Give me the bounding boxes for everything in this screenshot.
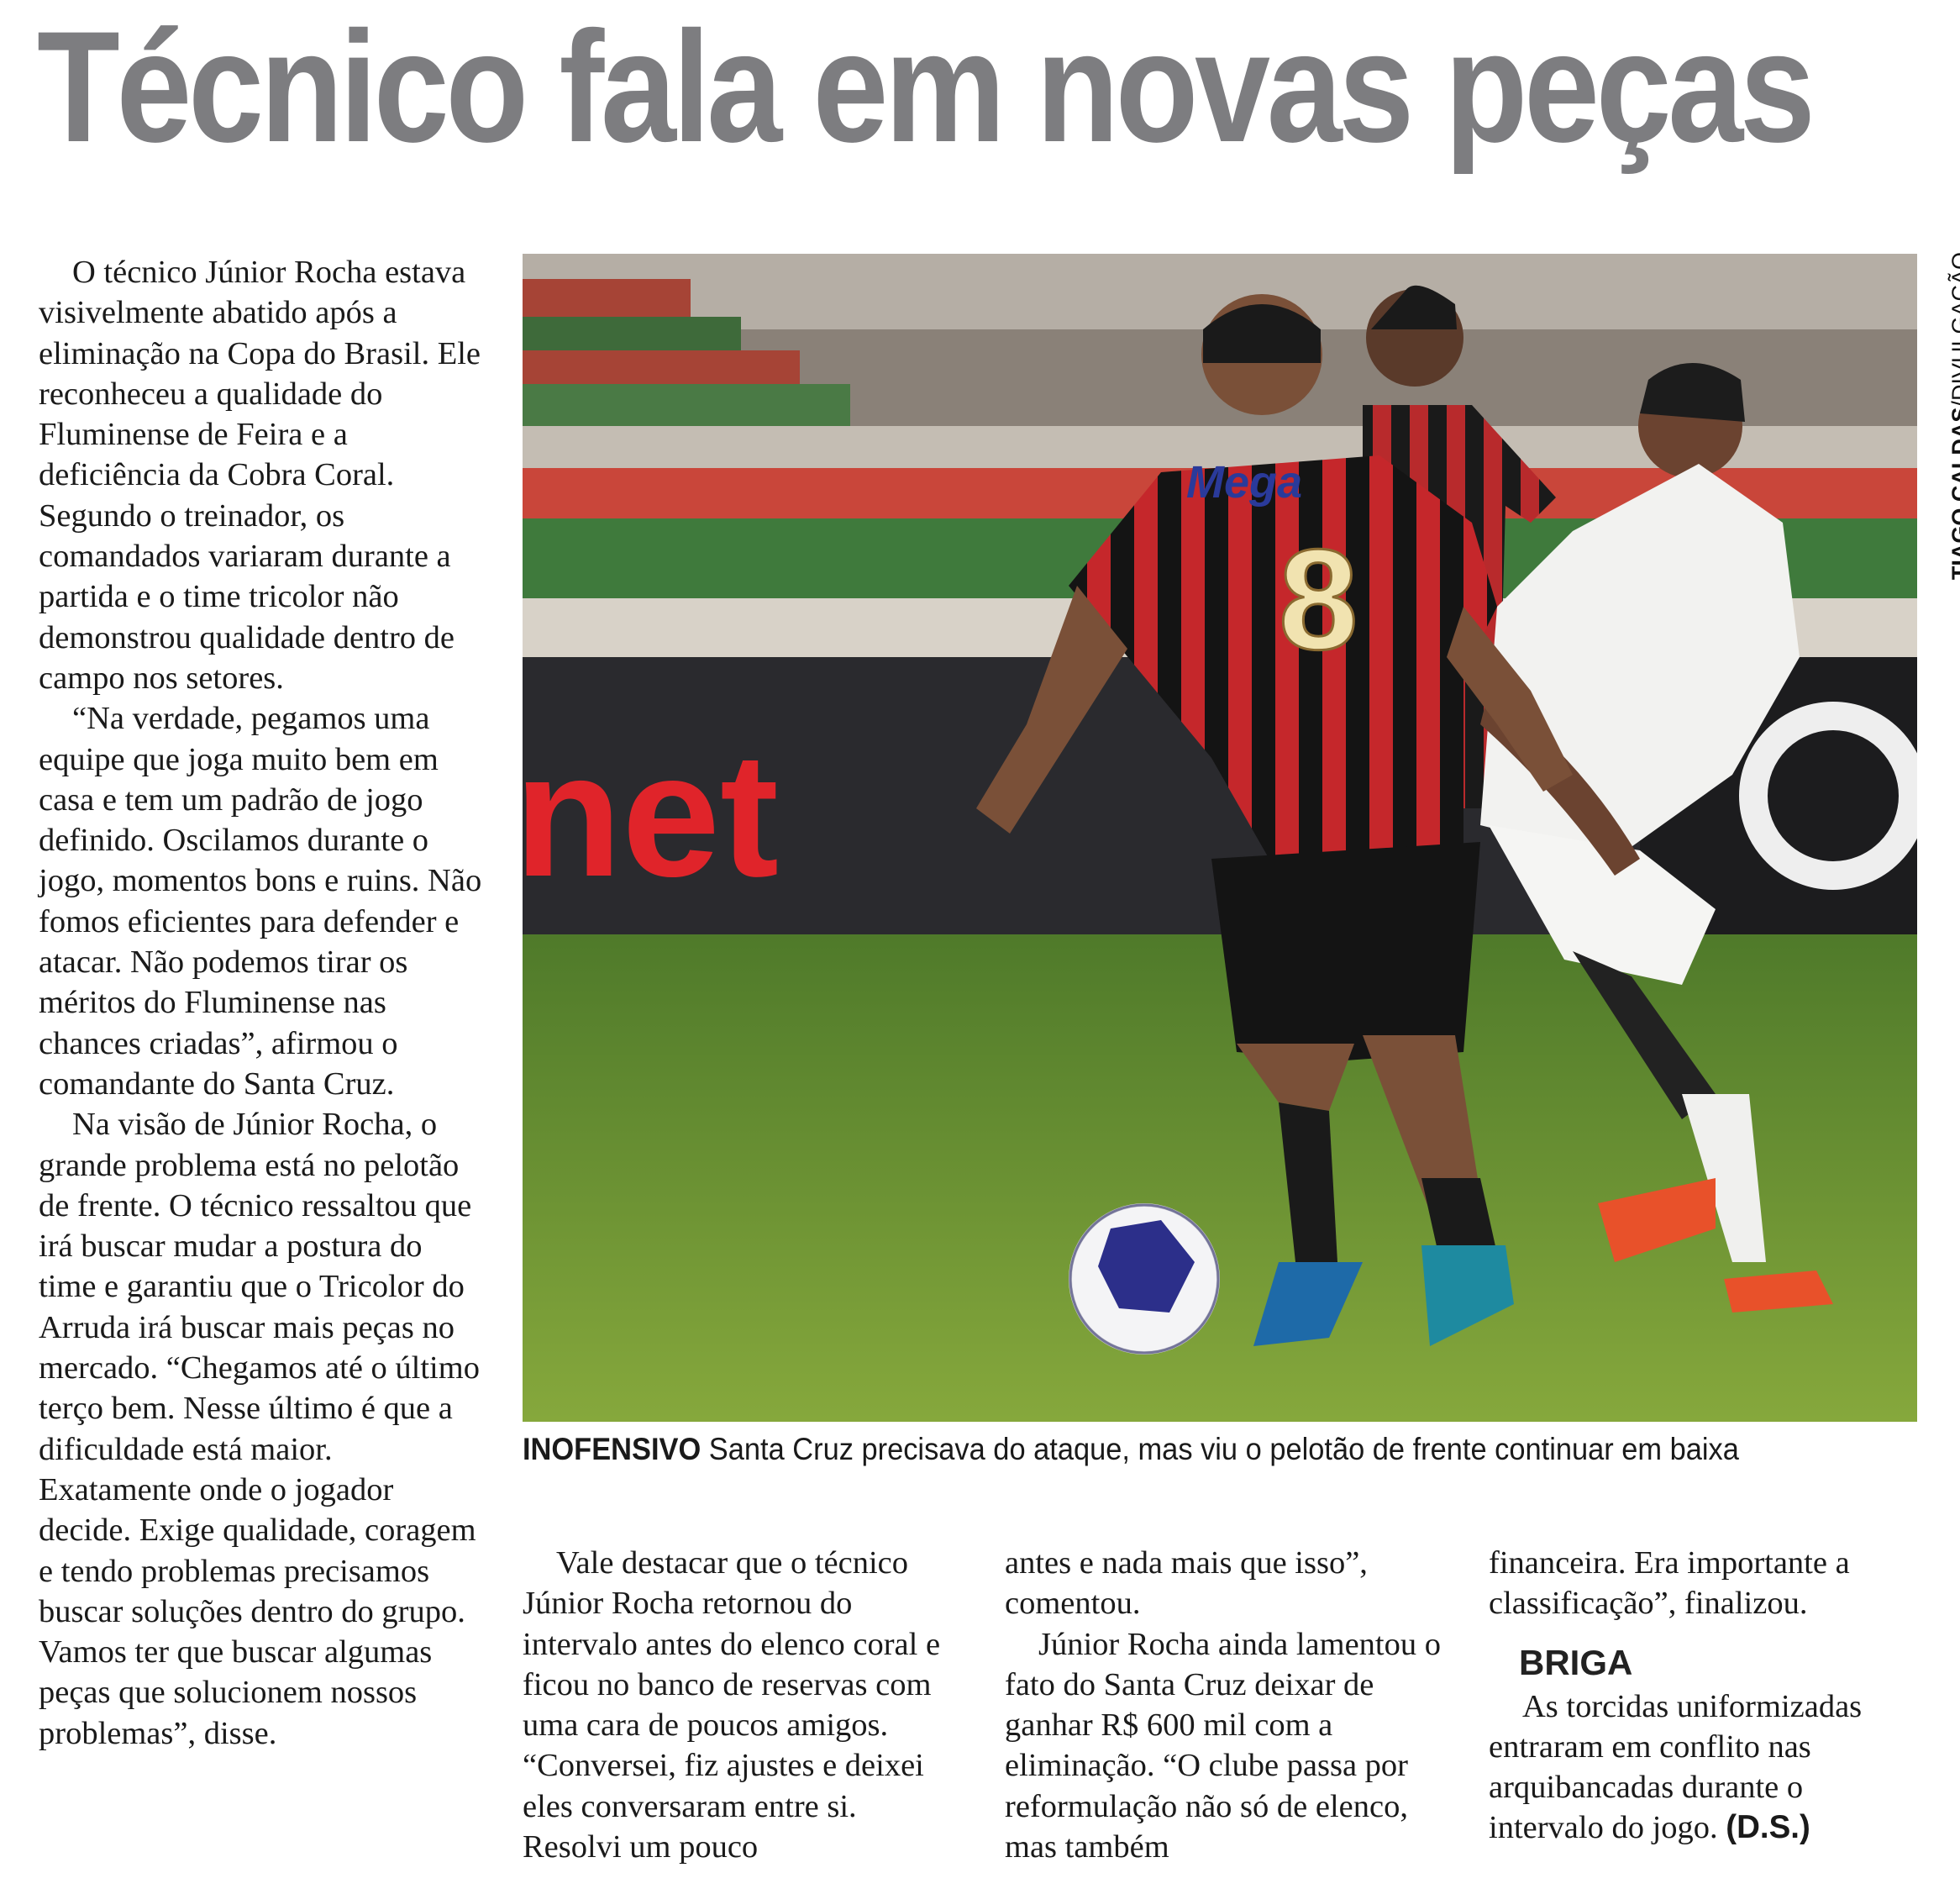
article-column-1: O técnico Júnior Rocha estava visivelmen…: [39, 252, 484, 1754]
shirt-sponsor: Mega: [1186, 457, 1302, 508]
ad-board-text: net: [523, 716, 779, 913]
paragraph: As torcidas uniformizadas entraram em co…: [1489, 1686, 1926, 1849]
photo-credit-name: TIAGO CALDAS: [1947, 407, 1960, 581]
caption-text: Santa Cruz precisava do ataque, mas viu …: [701, 1432, 1739, 1466]
match-photo: net Mega 8: [523, 254, 1917, 1422]
article-column-2: Vale destacar que o técnico Júnior Rocha…: [523, 1543, 959, 1867]
subheading: BRIGA: [1519, 1642, 1633, 1682]
photo-caption: INOFENSIVO Santa Cruz precisava do ataqu…: [523, 1428, 1835, 1470]
paragraph: financeira. Era importante a classificaç…: [1489, 1545, 1850, 1622]
paragraph: Vale destacar que o técnico Júnior Rocha…: [523, 1545, 941, 1865]
article-column-3: antes e nada mais que isso”, comentou. J…: [1005, 1543, 1442, 1867]
shirt-number: 8: [1279, 520, 1358, 680]
article-column-4: financeira. Era importante a classificaç…: [1489, 1543, 1926, 1849]
photo-credit-source: DIVULGAÇÃO: [1947, 252, 1960, 402]
paragraph: Júnior Rocha ainda lamentou o fato do Sa…: [1005, 1626, 1441, 1865]
photo-credit-separator: /: [1947, 401, 1960, 408]
paragraph: antes e nada mais que isso”, comentou.: [1005, 1545, 1368, 1622]
paragraph: Na visão de Júnior Rocha, o grande probl…: [39, 1107, 480, 1751]
headline: Técnico fala em novas peças: [37, 0, 1815, 175]
paragraph: O técnico Júnior Rocha estava visivelmen…: [39, 255, 481, 696]
photo-credit: TIAGO CALDAS/DIVULGAÇÃO: [1947, 252, 1960, 580]
paragraph: “Na verdade, pegamos uma equipe que joga…: [39, 701, 482, 1102]
author-signature: (D.S.): [1726, 1809, 1810, 1846]
caption-label: INOFENSIVO: [523, 1432, 702, 1466]
